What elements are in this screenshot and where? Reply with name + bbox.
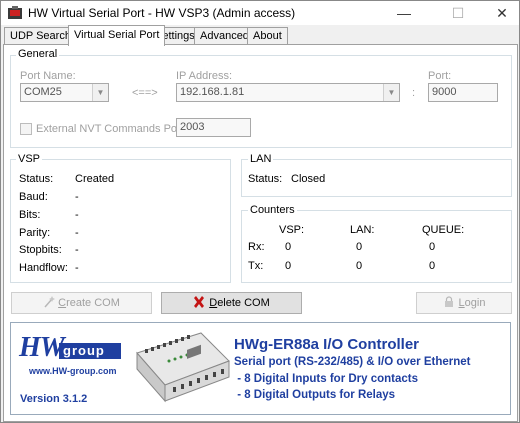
counter-tx-queue: 0 [429,260,436,272]
create-com-mnemonic: C [58,297,67,309]
create-com-button[interactable]: Create COM [11,292,152,314]
counter-tx-vsp: 0 [285,260,292,272]
tab-advanced[interactable]: Advanced [194,27,255,45]
maximize-button[interactable]: ☐ [435,1,481,25]
vsp-status-value: Created [75,173,115,185]
minimize-button[interactable]: — [381,1,427,25]
chevron-down-icon[interactable]: ▼ [92,84,108,101]
vsp-baud-value: - [75,191,79,203]
version-label: Version 3.1.2 [20,393,88,405]
vsp-stopbits-value: - [75,244,79,256]
port-name-combo[interactable]: COM25 ▼ [20,83,109,102]
tab-udp-search[interactable]: UDP Search [4,27,77,45]
logo-url-text: www.HW-group.com [29,366,117,376]
vsp-parity-value: - [75,227,79,239]
counter-header-vsp: VSP: [279,224,305,236]
delete-com-button[interactable]: Delete COM [161,292,302,314]
counter-rx-label: Rx: [248,241,265,253]
tab-about[interactable]: About [247,27,288,45]
device-image [136,332,230,403]
login-label: ogin [464,297,486,309]
ip-address-label: IP Address: [176,70,233,82]
product-line-2: - 8 Digital Inputs for Dry contacts [234,373,419,385]
create-com-label: reate COM [66,297,120,309]
vsp-parity-label: Parity: [19,227,51,239]
login-button[interactable]: Login [416,292,512,314]
general-group-title: General [16,48,60,60]
hw-group-logo: HW group www.HW-group.com [19,332,123,378]
lan-group-title: LAN [248,153,274,165]
vsp-stopbits-label: Stopbits: [19,244,62,256]
counter-rx-lan: 0 [356,241,363,253]
nvt-port-label: External NVT Commands Port: [36,123,187,135]
port-label: Port: [428,70,452,82]
tab-virtual-serial-port[interactable]: Virtual Serial Port [68,25,166,46]
chevron-down-icon[interactable]: ▼ [383,84,399,101]
counter-header-queue: QUEUE: [422,224,465,236]
counter-rx-vsp: 0 [285,241,292,253]
close-button[interactable]: ✕ [479,1,520,25]
nvt-port-field[interactable]: 2003 [176,118,251,137]
vsp-status-label: Status: [19,173,54,185]
app-icon [8,6,22,19]
logo-group-text: group [59,343,121,359]
delete-com-label: elete COM [217,297,270,309]
vsp-baud-label: Baud: [19,191,48,203]
lock-icon [444,296,453,307]
product-line-3: - 8 Digital Outputs for Relays [234,389,396,401]
vsp-bits-label: Bits: [19,209,41,221]
title-bar[interactable]: HW Virtual Serial Port - HW VSP3 (Admin … [1,1,519,25]
wand-icon [44,296,56,308]
counter-rx-queue: 0 [429,241,436,253]
delete-com-mnemonic: D [209,297,218,309]
port-name-label: Port Name: [20,70,76,82]
delete-x-icon [194,296,205,308]
port-name-value: COM25 [24,86,62,98]
nvt-port-checkbox[interactable] [20,123,32,135]
product-line-1: Serial port (RS-232/485) & I/O over Ethe… [234,356,471,368]
product-banner[interactable]: HW group www.HW-group.com Version 3.1.2 [10,322,511,415]
vsp-handflow-label: Handflow: [19,262,68,274]
logo-hw-text: HW [19,332,65,363]
vsp-bits-value: - [75,209,79,221]
counter-tx-label: Tx: [248,260,264,272]
app-window: HW Virtual Serial Port - HW VSP3 (Admin … [0,0,520,423]
vsp-group-title: VSP [16,153,43,165]
counters-group [241,210,512,283]
port-field[interactable]: 9000 [428,83,498,102]
window-title: HW Virtual Serial Port - HW VSP3 (Admin … [28,6,296,20]
product-title: HWg-ER88a I/O Controller [234,336,420,353]
port-separator: : [412,87,416,99]
connection-arrow: <==> [132,87,158,99]
ip-address-combo[interactable]: 192.168.1.81 ▼ [176,83,400,102]
tab-bar: UDP Search Virtual Serial Port Settings … [1,25,519,46]
counter-tx-lan: 0 [356,260,363,272]
vsp-handflow-value: - [75,262,79,274]
ip-address-value: 192.168.1.81 [180,86,245,98]
counters-group-title: Counters [248,204,297,216]
lan-status-label: Status: [248,173,283,185]
lan-status-value: Closed [291,173,326,185]
counter-header-lan: LAN: [350,224,375,236]
